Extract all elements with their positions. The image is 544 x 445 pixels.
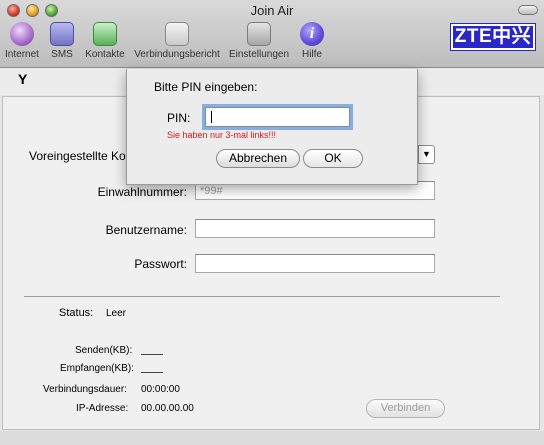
password-field[interactable] <box>195 254 435 273</box>
sent-label: Senden(KB): <box>75 345 133 356</box>
envelope-icon <box>50 22 74 46</box>
pin-label: PIN: <box>167 111 191 125</box>
pin-dialog: Bitte PIN eingeben: PIN: Sie haben nur 3… <box>126 69 418 185</box>
toolbar-report-label: Verbindungsbericht <box>134 49 220 60</box>
window-title: Join Air <box>250 3 294 18</box>
sent-value <box>141 354 163 355</box>
help-icon: i <box>300 22 324 46</box>
ip-label: IP-Adresse: <box>76 403 129 414</box>
text-caret <box>211 111 212 123</box>
pin-input[interactable] <box>205 107 350 127</box>
window-bottom <box>0 431 544 445</box>
connect-button[interactable]: Verbinden <box>366 399 445 418</box>
toolbar-sms[interactable]: SMS <box>48 22 76 60</box>
toolbar-sms-label: SMS <box>51 49 73 60</box>
tools-icon <box>247 22 271 46</box>
toolbar-settings[interactable]: Einstellungen <box>226 22 292 60</box>
toolbar-settings-label: Einstellungen <box>228 49 290 60</box>
duration-value: 00:00:00 <box>141 384 180 395</box>
report-icon <box>165 22 189 46</box>
username-label: Benutzername: <box>105 223 187 237</box>
cancel-button[interactable]: Abbrechen <box>216 149 300 168</box>
toolbar-report[interactable]: Verbindungsbericht <box>133 22 221 60</box>
pin-dialog-title: Bitte PIN eingeben: <box>154 80 258 94</box>
username-field[interactable] <box>195 219 435 238</box>
status-value: Leer <box>106 308 127 319</box>
toolbar-internet-label: Internet <box>5 49 39 60</box>
pin-warning: Sie haben nur 3-mal links!!! <box>167 130 277 140</box>
received-value <box>141 372 163 373</box>
chevron-down-icon: ▼ <box>418 146 434 163</box>
divider <box>24 296 500 297</box>
config-label: Voreingestellte Ko <box>29 149 126 163</box>
password-label: Passwort: <box>134 257 187 271</box>
toolbar-contacts[interactable]: Kontakte <box>82 22 128 60</box>
toolbar-internet[interactable]: Internet <box>2 22 42 60</box>
ip-value: 00.00.00.00 <box>141 403 194 414</box>
dial-number-label: Einwahlnummer: <box>97 185 187 199</box>
globe-icon <box>10 22 34 46</box>
toolbar-contacts-label: Kontakte <box>85 49 125 60</box>
phone-book-icon <box>93 22 117 46</box>
toolbar-help[interactable]: i Hilfe <box>297 22 327 60</box>
zte-logo: ZTE中兴 <box>450 23 536 51</box>
antenna-icon: Y <box>18 71 28 87</box>
toolbar-toggle-button[interactable] <box>518 5 538 15</box>
toolbar-help-label: Hilfe <box>301 49 322 60</box>
received-label: Empfangen(KB): <box>60 363 134 374</box>
duration-label: Verbindungsdauer: <box>43 384 127 395</box>
ok-button[interactable]: OK <box>303 149 363 168</box>
window-chrome: Join Air ZTE中兴 Internet SMS Kontakte Ver… <box>0 0 544 68</box>
status-label: Status: <box>59 307 94 319</box>
